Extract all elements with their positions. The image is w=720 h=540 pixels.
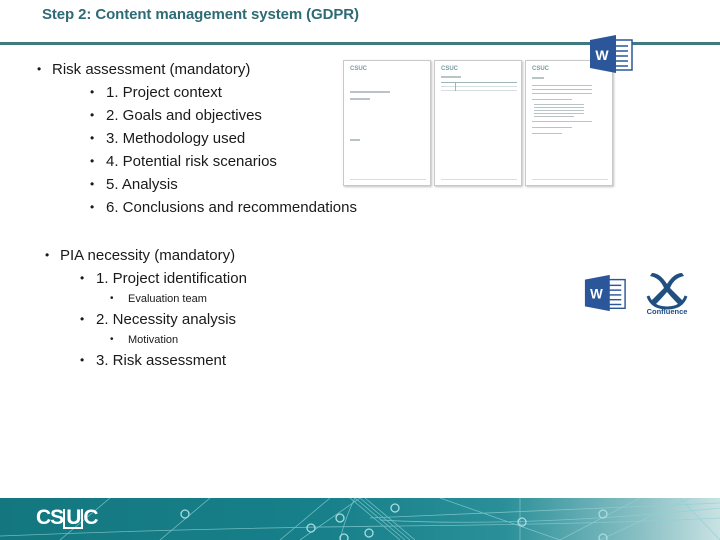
list-item: 5. Analysis bbox=[90, 173, 357, 196]
slide-title: Step 2: Content management system (GDPR) bbox=[42, 6, 359, 23]
microsoft-word-icon: W bbox=[590, 35, 633, 73]
list-item: 3. Risk assessment bbox=[80, 349, 247, 372]
risk-assessment-list: Risk assessment (mandatory) 1. Project c… bbox=[37, 58, 357, 219]
word-letter: W bbox=[590, 287, 603, 302]
list-subitem: Evaluation team bbox=[110, 291, 247, 307]
page-logo: CSUC bbox=[441, 66, 459, 72]
list-item: 2. Goals and objectives bbox=[90, 104, 357, 127]
page-logo: CSUC bbox=[532, 66, 550, 72]
csuc-logo: CS U C bbox=[36, 506, 99, 530]
network-pattern-decoration bbox=[0, 498, 720, 540]
document-page-history: CSUC bbox=[434, 60, 522, 186]
document-page-cover: CSUC bbox=[343, 60, 431, 186]
list-item: 6. Conclusions and recommendations bbox=[90, 196, 357, 219]
list-item: 1. Project context bbox=[90, 81, 357, 104]
document-thumbnails: CSUC CSUC CSUC bbox=[343, 60, 613, 186]
word-letter: W bbox=[595, 47, 609, 63]
document-page-toc: CSUC bbox=[525, 60, 613, 186]
page-logo: CSUC bbox=[350, 66, 368, 72]
list-subitem: Motivation bbox=[110, 332, 247, 348]
pia-necessity-heading: PIA necessity (mandatory) bbox=[45, 244, 247, 267]
microsoft-word-icon: W bbox=[584, 274, 626, 312]
list-item: 2. Necessity analysis bbox=[80, 308, 247, 331]
confluence-label: Confluence bbox=[647, 307, 688, 316]
logo-text: CS bbox=[36, 506, 64, 529]
confluence-icon: Confluence bbox=[646, 273, 688, 316]
list-item: 4. Potential risk scenarios bbox=[90, 150, 357, 173]
list-item: 1. Project identification bbox=[80, 267, 247, 290]
risk-assessment-heading: Risk assessment (mandatory) bbox=[37, 58, 357, 81]
footer-banner bbox=[0, 498, 720, 540]
logo-text: C bbox=[83, 506, 98, 529]
pia-necessity-list: PIA necessity (mandatory) 1. Project ide… bbox=[45, 244, 247, 372]
logo-text: U bbox=[63, 507, 84, 529]
list-item: 3. Methodology used bbox=[90, 127, 357, 150]
